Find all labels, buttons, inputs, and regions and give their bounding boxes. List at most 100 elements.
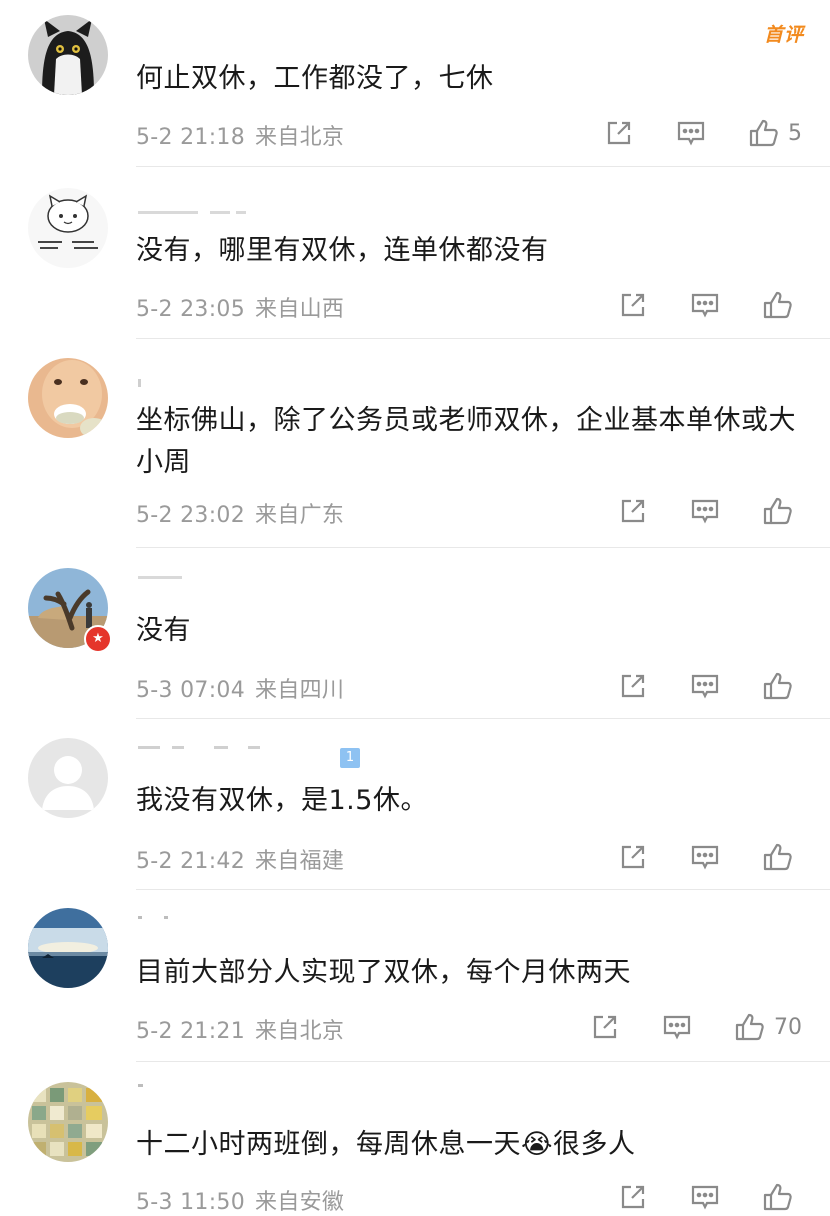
username-placeholder [138,912,178,922]
comment-location: 来自安徽 [255,1190,345,1215]
avatar[interactable] [28,908,108,988]
comment-text: 坐标佛山，除了公务员或老师双休，企业基本单休或大小周 [136,405,796,478]
comment-icon [690,842,720,872]
share-icon [618,1182,648,1212]
comment-icon [690,671,720,701]
reply-button[interactable] [690,1182,720,1212]
thumbs-up-icon [734,1011,766,1043]
thumbs-up-icon [762,841,794,873]
comment-location: 来自福建 [255,849,345,874]
username-placeholder [138,375,168,387]
like-button[interactable]: 5 [748,117,802,149]
reply-button[interactable] [676,118,706,148]
comment-meta: 5-2 21:42 来自福建 [136,843,344,875]
thumbs-up-icon [762,1181,794,1213]
thumbs-up-icon [762,289,794,321]
comment-text: 我没有双休，是1.5休。 [136,785,428,816]
username-placeholder [138,742,338,752]
reply-button[interactable] [690,290,720,320]
reply-button[interactable] [690,842,720,872]
comment-actions [576,288,802,322]
divider [136,1061,830,1062]
reply-button[interactable] [690,671,720,701]
like-button[interactable] [762,841,802,873]
divider [136,338,830,339]
share-icon [618,671,648,701]
share-icon [618,290,648,320]
share-icon [618,842,648,872]
reply-button[interactable] [662,1012,692,1042]
share-button[interactable] [618,671,648,701]
comment-meta: 5-2 23:05 来自山西 [136,291,344,323]
star-badge-icon: ★ [84,625,112,653]
comment-icon [690,1182,720,1212]
divider [136,889,830,890]
comment-text: 没有，哪里有双休，连单休都没有 [136,235,549,266]
comment-date: 5-2 21:21 [136,1019,246,1044]
comment-date: 5-3 11:50 [136,1190,246,1215]
share-button[interactable] [618,1182,648,1212]
like-button[interactable] [762,495,802,527]
avatar[interactable] [28,188,108,268]
comment-text: 十二小时两班倒，每周休息一天😭很多人 [136,1129,636,1160]
comment-meta: 5-2 23:02 来自广东 [136,497,344,529]
like-count: 70 [774,1014,802,1040]
like-button[interactable]: 70 [734,1011,802,1043]
username-placeholder [138,205,248,215]
comment-text: 没有 [136,615,191,646]
thumbs-up-icon [748,117,780,149]
divider [136,547,830,548]
avatar[interactable] [28,15,108,95]
comment-icon [690,290,720,320]
comment-text: 何止双休，工作都没了，七休 [136,63,494,94]
reply-button[interactable] [690,496,720,526]
comment-meta: 5-2 21:21 来自北京 [136,1013,344,1045]
divider [136,166,830,167]
avatar[interactable] [28,738,108,818]
divider [136,718,830,719]
like-count: 5 [788,120,802,146]
thumbs-up-icon [762,495,794,527]
like-button[interactable] [762,1181,802,1213]
comment-date: 5-2 23:02 [136,503,246,528]
comment-date: 5-3 07:04 [136,678,246,703]
share-button[interactable] [618,290,648,320]
username-placeholder [138,1080,158,1090]
avatar[interactable] [28,358,108,438]
comment-meta: 5-3 11:50 来自安徽 [136,1184,344,1216]
like-button[interactable] [762,289,802,321]
comment-actions [576,1180,802,1214]
comment-icon [662,1012,692,1042]
share-icon [618,496,648,526]
comment-actions [576,840,802,874]
avatar[interactable] [28,1082,108,1162]
first-comment-badge: 首评 [763,24,804,46]
share-icon [590,1012,620,1042]
share-icon [604,118,634,148]
level-badge: 1 [340,748,360,768]
comment-actions [576,669,802,703]
comment-icon [690,496,720,526]
comment-date: 5-2 21:18 [136,125,246,150]
comment-location: 来自广东 [255,503,345,528]
comment-meta: 5-2 21:18 来自北京 [136,119,344,151]
comment-icon [676,118,706,148]
comment-date: 5-2 21:42 [136,849,246,874]
username-placeholder [138,572,198,582]
comment-location: 来自北京 [255,1019,345,1044]
share-button[interactable] [590,1012,620,1042]
comment-actions [576,494,802,528]
share-button[interactable] [618,496,648,526]
comment-text: 目前大部分人实现了双休，每个月休两天 [136,957,631,988]
comment-date: 5-2 23:05 [136,297,246,322]
comment-actions: 5 [562,116,802,150]
comment-location: 来自四川 [255,678,345,703]
comment-location: 来自山西 [255,297,345,322]
comment-actions: 70 [548,1010,802,1044]
comment-location: 来自北京 [255,125,345,150]
like-button[interactable] [762,670,802,702]
share-button[interactable] [618,842,648,872]
thumbs-up-icon [762,670,794,702]
comment-meta: 5-3 07:04 来自四川 [136,672,344,704]
share-button[interactable] [604,118,634,148]
